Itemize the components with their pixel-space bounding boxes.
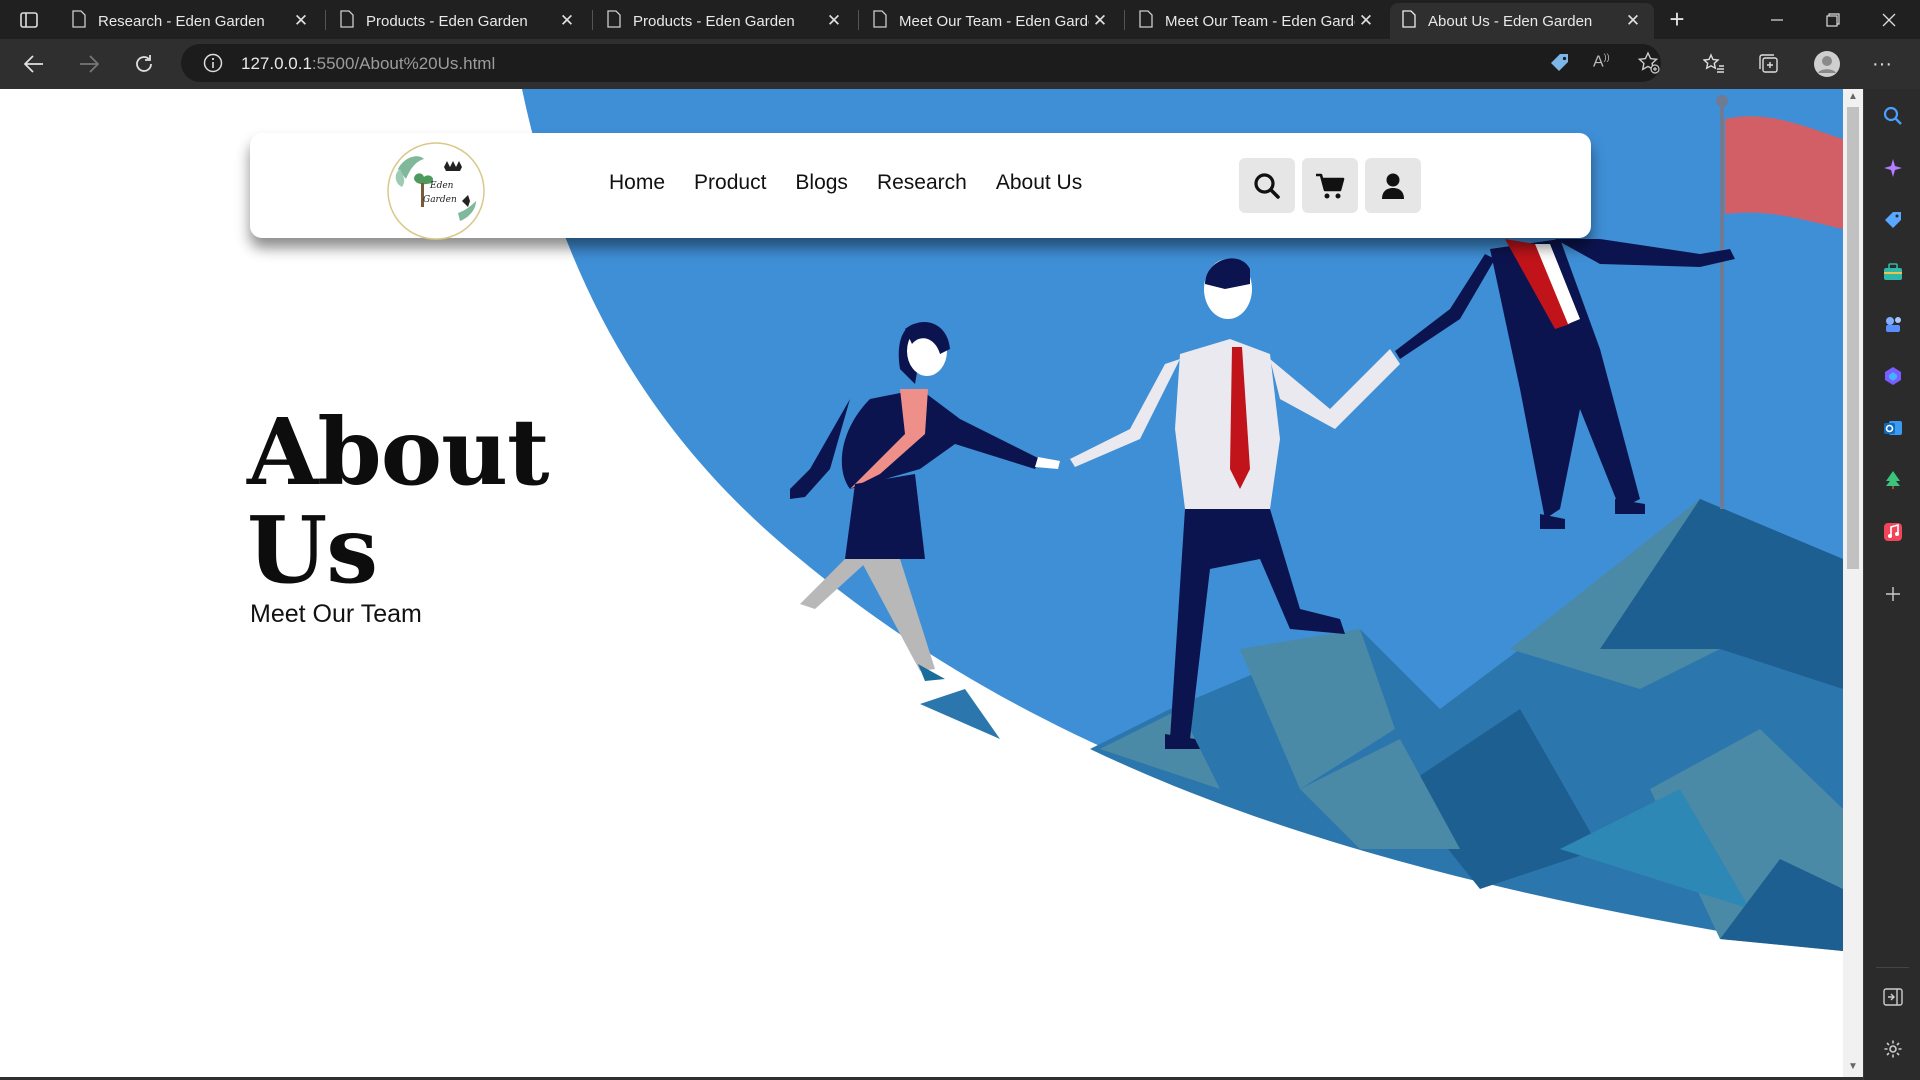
browser-window: Research - Eden Garden ✕ Products - Eden… [0,0,1920,1080]
page-icon [1402,9,1416,33]
page-title-line2: Us [247,496,378,604]
restore-icon[interactable] [1805,0,1861,39]
address-bar[interactable]: 127.0.0.1:5500/About%20Us.html A)) [181,44,1661,82]
games-icon[interactable] [1864,304,1920,344]
nav-blogs[interactable]: Blogs [795,171,848,195]
outlook-icon[interactable] [1864,408,1920,448]
cart-button[interactable] [1302,158,1358,213]
tab-research[interactable]: Research - Eden Garden ✕ [60,3,322,39]
page-title-line1: About [247,398,549,506]
tab-about-us[interactable]: About Us - Eden Garden ✕ [1390,3,1654,39]
tab-actions-icon[interactable] [14,7,44,33]
scroll-up-icon[interactable]: ▲ [1847,91,1859,103]
account-button[interactable] [1365,158,1421,213]
logo-text-line2: Garden [423,195,457,205]
close-window-icon[interactable] [1861,0,1917,39]
close-icon[interactable]: ✕ [823,11,845,31]
close-icon[interactable]: ✕ [1355,11,1377,31]
close-icon[interactable]: ✕ [290,11,312,31]
tab-products[interactable]: Products - Eden Garden ✕ [328,3,588,39]
read-aloud-icon[interactable]: A)) [1593,52,1610,71]
page-title: About Us [247,398,549,604]
tab-products-2[interactable]: Products - Eden Garden ✕ [595,3,855,39]
logo-text-line1: Eden [430,181,454,191]
close-icon[interactable]: ✕ [1089,11,1111,31]
add-sidebar-app-icon[interactable] [1864,574,1920,614]
search-icon [1254,172,1280,199]
tree-icon[interactable] [1864,460,1920,500]
vertical-scrollbar[interactable]: ▲ ▼ [1843,89,1863,1077]
tab-title: Products - Eden Garden [633,12,795,30]
url-host: 127.0.0.1 [241,54,312,73]
page-icon [72,9,86,33]
forward-icon[interactable] [72,48,106,80]
scroll-thumb[interactable] [1847,107,1859,569]
tab-meet-our-team[interactable]: Meet Our Team - Eden Garden ✕ [861,3,1121,39]
page-icon [607,9,621,33]
hide-sidebar-icon[interactable] [1864,977,1920,1017]
close-icon[interactable]: ✕ [1622,11,1644,31]
eden-garden-logo[interactable]: Eden Garden [384,139,488,243]
nav-research[interactable]: Research [877,171,967,195]
more-menu-icon[interactable]: ··· [1866,48,1898,80]
scroll-down-icon[interactable]: ▼ [1847,1061,1859,1073]
profile-avatar-icon[interactable] [1811,48,1843,80]
user-icon [1382,173,1404,199]
page-icon [873,9,887,33]
sidebar-search-icon[interactable] [1864,96,1920,136]
page-viewport: Eden Garden Home Product Blogs Research … [0,89,1843,1077]
logo-emblem [387,142,485,240]
browser-toolbar: 127.0.0.1:5500/About%20Us.html A)) ··· [0,39,1920,89]
tab-strip: Research - Eden Garden ✕ Products - Eden… [0,0,1920,39]
url-path: :5500/About%20Us.html [311,54,496,73]
minimize-icon[interactable] [1749,0,1805,39]
info-icon[interactable] [203,53,223,78]
new-tab-button[interactable]: + [1662,3,1692,35]
site-navbar: Eden Garden Home Product Blogs Research … [250,133,1591,240]
tools-briefcase-icon[interactable] [1864,252,1920,292]
coupon-tag-icon[interactable] [1548,51,1572,80]
search-button[interactable] [1239,158,1295,213]
tab-title: Meet Our Team - Eden Garden [1165,12,1355,30]
nav-product[interactable]: Product [694,171,766,195]
shopping-tag-icon[interactable] [1864,200,1920,240]
url-text: 127.0.0.1:5500/About%20Us.html [241,54,495,74]
tab-title: Research - Eden Garden [98,12,265,30]
close-icon[interactable]: ✕ [556,11,578,31]
music-icon[interactable] [1864,512,1920,552]
nav-home[interactable]: Home [609,171,665,195]
page-icon [1139,9,1153,33]
main-menu: Home Product Blogs Research About Us [609,171,1111,195]
edge-sidebar [1863,89,1920,1080]
cart-icon [1316,173,1345,198]
settings-gear-icon[interactable] [1864,1029,1920,1069]
tab-title: About Us - Eden Garden [1428,12,1593,30]
page-subtitle: Meet Our Team [250,600,422,628]
add-favorite-icon[interactable] [1637,51,1661,80]
tab-meet-our-team-2[interactable]: Meet Our Team - Eden Garden ✕ [1127,3,1387,39]
tab-title: Products - Eden Garden [366,12,528,30]
nav-about-us[interactable]: About Us [996,171,1082,195]
copilot-sparkle-icon[interactable] [1864,148,1920,188]
tab-title: Meet Our Team - Eden Garden [899,12,1089,30]
microsoft-365-icon[interactable] [1864,356,1920,396]
page-icon [340,9,354,33]
refresh-icon[interactable] [127,48,161,80]
collections-icon[interactable] [1753,48,1785,80]
back-icon[interactable] [17,48,51,80]
favorites-icon[interactable] [1698,48,1730,80]
